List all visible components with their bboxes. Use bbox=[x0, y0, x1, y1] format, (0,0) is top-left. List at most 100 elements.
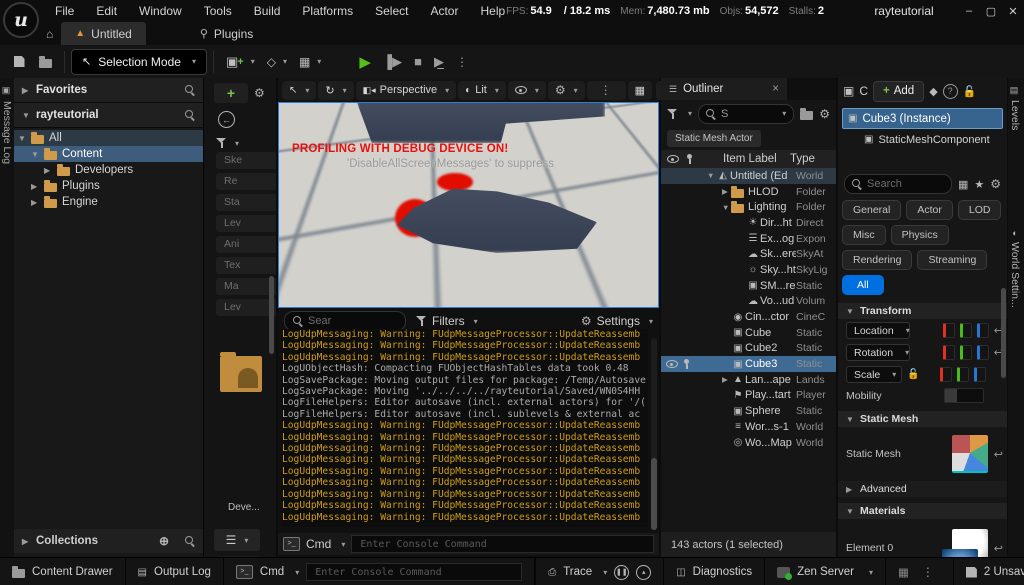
display-options-icon[interactable]: ▦ bbox=[958, 178, 968, 191]
viewport-more-icon[interactable]: ⋮ bbox=[587, 81, 626, 100]
cmd-label[interactable]: Cmd bbox=[306, 537, 331, 551]
red-sphere-far[interactable] bbox=[437, 173, 473, 191]
output-log-button[interactable]: ▤ Output Log bbox=[126, 558, 224, 585]
z-value-field[interactable] bbox=[974, 367, 986, 382]
category-chip-streaming[interactable]: Streaming bbox=[917, 250, 987, 270]
folder-thumbnail[interactable] bbox=[220, 356, 262, 392]
x-value-field[interactable] bbox=[943, 323, 955, 338]
lock-icon[interactable]: 🔓 bbox=[907, 369, 919, 380]
search-icon[interactable] bbox=[185, 85, 195, 95]
perspective-dropdown[interactable]: ◧◂Perspective▾ bbox=[356, 81, 457, 100]
tree-item-content[interactable]: ▼Content bbox=[14, 146, 203, 162]
outliner-settings-icon[interactable]: ⚙ bbox=[819, 107, 830, 121]
asset-filter-lev[interactable]: Lev bbox=[216, 299, 276, 316]
category-chip-all[interactable]: All bbox=[842, 275, 884, 295]
rotation-dropdown[interactable]: Rotation▾ bbox=[846, 344, 910, 361]
asset-filter-ma[interactable]: Ma bbox=[216, 278, 276, 295]
search-icon[interactable] bbox=[185, 536, 195, 546]
skip-icon[interactable]: ▐▶ bbox=[383, 54, 402, 70]
item-label-column[interactable]: Item Label bbox=[701, 153, 782, 165]
asset-filter-ske[interactable]: Ske bbox=[216, 152, 276, 169]
visibility-column-icon[interactable] bbox=[667, 155, 679, 163]
scrollbar[interactable] bbox=[269, 276, 274, 354]
category-chip-general[interactable]: General bbox=[842, 200, 901, 220]
y-value-field[interactable] bbox=[957, 367, 969, 382]
category-chip-misc[interactable]: Misc bbox=[842, 225, 886, 245]
content-drawer-button[interactable]: Content Drawer bbox=[0, 558, 126, 585]
static-mesh-section-header[interactable]: ▼Static Mesh bbox=[838, 411, 1007, 427]
unlock-icon[interactable]: 🔓 bbox=[963, 85, 977, 98]
material-thumbnail-partial[interactable] bbox=[942, 549, 978, 557]
asset-filter-lev[interactable]: Lev bbox=[216, 215, 276, 232]
close-button[interactable]: ✕ bbox=[1002, 5, 1024, 18]
back-icon[interactable]: ← bbox=[218, 111, 235, 128]
play-options-icon[interactable]: ⋮ bbox=[456, 55, 469, 69]
transform-section-header[interactable]: ▼Transform bbox=[838, 303, 1007, 319]
filter-chip-static-mesh-actor[interactable]: Static Mesh Actor bbox=[667, 130, 761, 147]
asset-filter-tex[interactable]: Tex bbox=[216, 257, 276, 274]
filter-icon[interactable] bbox=[667, 109, 678, 119]
tab-untitled[interactable]: ▲ Untitled bbox=[61, 22, 146, 45]
eject-icon[interactable]: ▶̲ bbox=[434, 54, 444, 70]
close-icon[interactable]: × bbox=[772, 83, 779, 95]
add-asset-button[interactable]: + bbox=[214, 83, 248, 103]
transform-gizmo-dropdown[interactable]: ↻▾ bbox=[318, 81, 353, 100]
component-row-root[interactable]: ▣ Cube3 (Instance) bbox=[842, 108, 1003, 129]
viewport-mode-dropdown[interactable]: ↖▾ bbox=[282, 81, 316, 100]
outliner-row-lan-ape[interactable]: ▶▲Lan...apeLands bbox=[661, 372, 836, 388]
cinematics-dropdown[interactable]: ▦▾ bbox=[293, 50, 327, 74]
stop-icon[interactable]: ■ bbox=[414, 54, 422, 69]
viewport-3d-scene[interactable]: PROFILING WITH DEBUG DEVICE ON! 'Disable… bbox=[278, 102, 659, 308]
category-chip-rendering[interactable]: Rendering bbox=[842, 250, 912, 270]
view-options-button[interactable]: ☰▾ bbox=[214, 529, 260, 551]
pin-column-icon[interactable] bbox=[687, 154, 693, 165]
outliner-row-sm-re[interactable]: ▣SM...reStatic bbox=[661, 278, 836, 294]
menu-window[interactable]: Window bbox=[128, 0, 193, 22]
outliner-row-cube3[interactable]: ▣Cube3Static bbox=[661, 356, 836, 372]
message-log-tab[interactable]: ▣ Message Log bbox=[0, 78, 14, 557]
tree-item-plugins[interactable]: ▶Plugins bbox=[14, 178, 203, 194]
tree-item-engine[interactable]: ▶Engine bbox=[14, 194, 203, 210]
advanced-section-header[interactable]: ▶Advanced bbox=[838, 481, 1007, 497]
outliner-row-ex-og[interactable]: ☰Ex...ogExpon bbox=[661, 231, 836, 247]
menu-edit[interactable]: Edit bbox=[85, 0, 128, 22]
status-console-input[interactable]: Enter Console Command bbox=[306, 563, 522, 581]
home-icon[interactable]: ⌂ bbox=[46, 27, 53, 41]
log-search-input[interactable]: Sear bbox=[284, 311, 406, 331]
outliner-row-dir-ht[interactable]: ☀Dir...htDirect bbox=[661, 215, 836, 231]
world-settings-tab[interactable]: ◐ World Settin... bbox=[1009, 228, 1021, 308]
category-chip-physics[interactable]: Physics bbox=[891, 225, 949, 245]
details-scrollbar-thumb[interactable] bbox=[1001, 288, 1006, 378]
asset-filter-ani[interactable]: Ani bbox=[216, 236, 276, 253]
outliner-row-cube[interactable]: ▣CubeStatic bbox=[661, 325, 836, 341]
collections-header[interactable]: ▶ Collections ⊕ bbox=[14, 529, 203, 553]
x-value-field[interactable] bbox=[943, 345, 955, 360]
zen-server-dropdown[interactable]: Zen Server ▾ bbox=[765, 558, 886, 585]
more-icon[interactable]: ⋮ bbox=[922, 565, 935, 579]
outliner-row-cube2[interactable]: ▣Cube2Static bbox=[661, 341, 836, 357]
new-folder-icon[interactable] bbox=[800, 111, 813, 120]
outliner-row-sphere[interactable]: ▣SphereStatic bbox=[661, 403, 836, 419]
gear-icon[interactable]: ⚙ bbox=[254, 86, 265, 100]
outliner-tab[interactable]: ☰ Outliner × bbox=[661, 78, 787, 100]
y-value-field[interactable] bbox=[960, 345, 972, 360]
levels-tab[interactable]: ▤ Levels bbox=[1009, 86, 1021, 130]
z-value-field[interactable] bbox=[977, 323, 989, 338]
log-settings-dropdown[interactable]: ⚙Settings▾ bbox=[581, 314, 653, 328]
snapshot-icon[interactable]: ▴ bbox=[636, 565, 651, 580]
favorites-star-icon[interactable]: ★ bbox=[974, 178, 984, 191]
play-icon[interactable]: ▶ bbox=[359, 53, 371, 71]
category-chip-actor[interactable]: Actor bbox=[906, 200, 953, 220]
outliner-row-cin-ctor[interactable]: ◉Cin...ctorCineC bbox=[661, 309, 836, 325]
category-chip-lod[interactable]: LOD bbox=[958, 200, 1002, 220]
log-vscrollbar-thumb[interactable] bbox=[651, 458, 657, 530]
cmd-chevron-icon[interactable]: ▾ bbox=[341, 540, 345, 549]
asset-filter-re[interactable]: Re bbox=[216, 173, 276, 190]
show-flags-dropdown[interactable]: ▾ bbox=[508, 81, 546, 100]
blueprints-dropdown[interactable]: ◇▾ bbox=[261, 50, 293, 74]
unsaved-button[interactable]: 2 Unsaved bbox=[954, 558, 1024, 585]
outliner-row-play-tart[interactable]: ⚑Play...tartPlayer bbox=[661, 388, 836, 404]
trace-dropdown[interactable]: ⎙ Trace ▾ ❚❚ ▴ bbox=[536, 558, 664, 585]
viewport-settings-dropdown[interactable]: ⚙▾ bbox=[548, 81, 585, 100]
z-value-field[interactable] bbox=[977, 345, 989, 360]
